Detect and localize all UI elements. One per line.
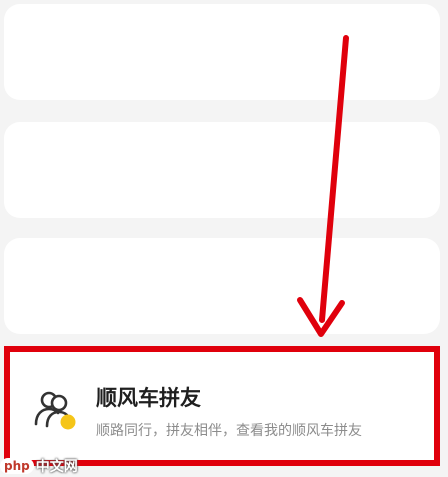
watermark-logo: php: [0, 458, 34, 474]
ride-share-title: 顺风车拼友: [96, 386, 201, 410]
people-icon: [34, 391, 76, 430]
ride-share-friends-item[interactable]: 顺风车拼友 顺路同行，拼友相伴，查看我的顺风车拼友: [4, 346, 440, 466]
menu-card-placeholder[interactable]: [4, 238, 440, 334]
ride-share-subtitle: 顺路同行，拼友相伴，查看我的顺风车拼友: [96, 423, 362, 439]
watermark: php 中文网: [0, 455, 78, 477]
watermark-text: 中文网: [35, 459, 78, 475]
menu-card-placeholder[interactable]: [4, 122, 440, 218]
menu-card-placeholder[interactable]: [4, 4, 440, 100]
